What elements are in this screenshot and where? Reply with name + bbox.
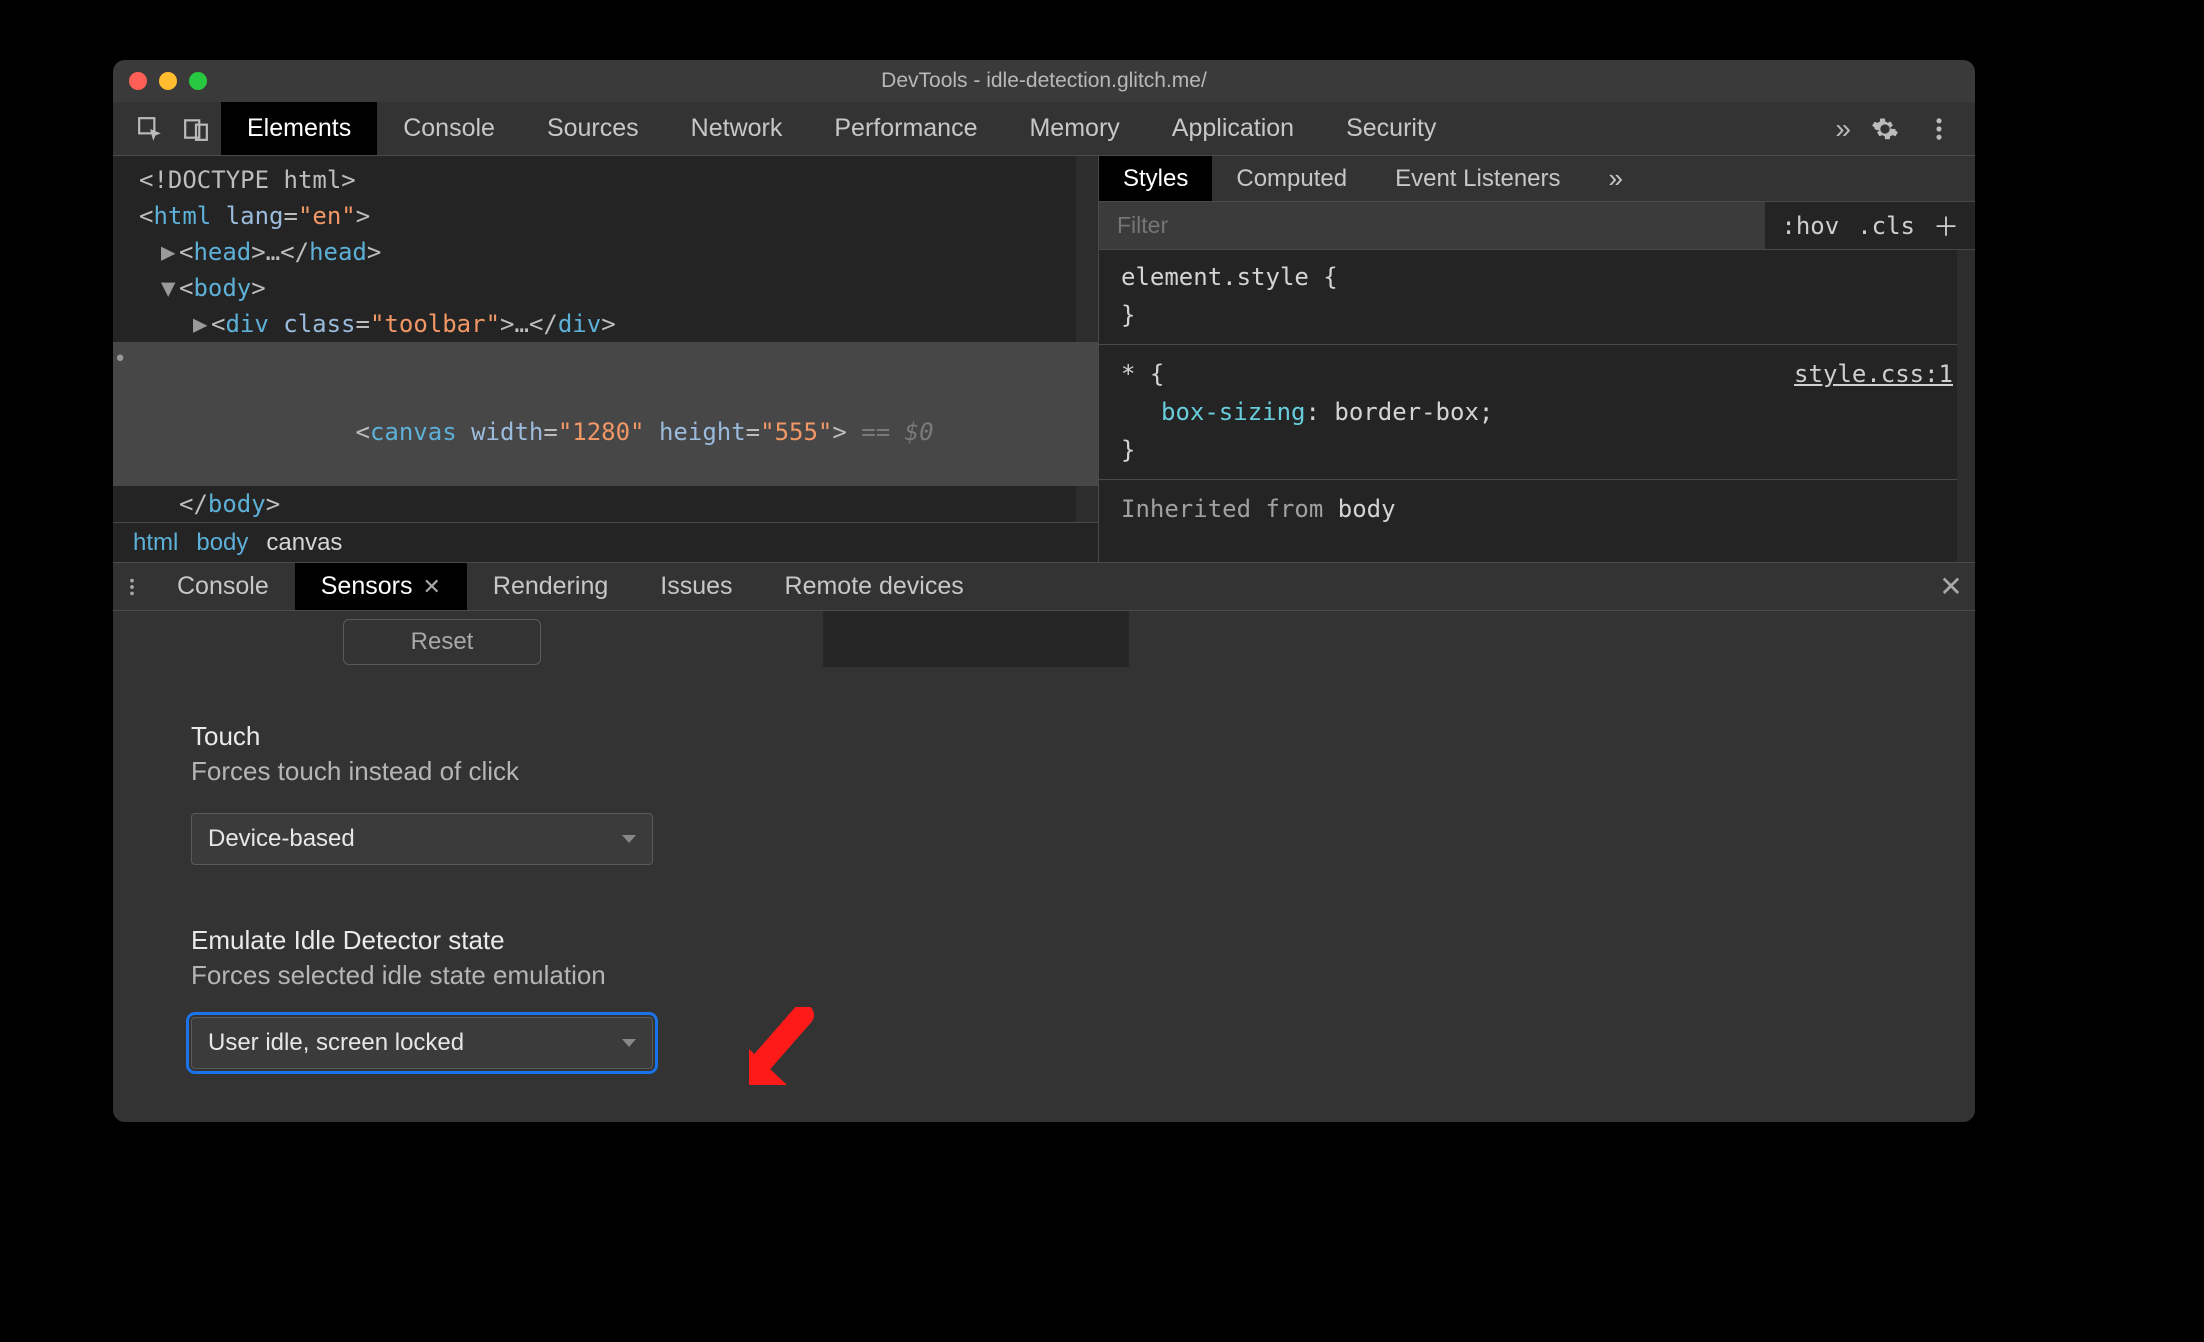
toolbar-icons xyxy=(113,102,221,155)
more-styles-tabs-icon[interactable]: » xyxy=(1585,156,1642,201)
styles-filter-row: :hov .cls ＋ xyxy=(1099,202,1975,250)
select-value: Device-based xyxy=(208,825,355,853)
tab-console[interactable]: Console xyxy=(377,102,521,155)
idle-detector-section: Emulate Idle Detector state Forces selec… xyxy=(191,925,1935,1069)
tab-elements[interactable]: Elements xyxy=(221,102,377,155)
styles-pane: Styles Computed Event Listeners » :hov .… xyxy=(1099,156,1975,562)
panel-tabs: Elements Console Sources Network Perform… xyxy=(221,102,1462,155)
dom-line[interactable]: ▶<head>…</head> xyxy=(139,234,1098,270)
drawer-tab-remote-devices[interactable]: Remote devices xyxy=(759,563,990,610)
elements-pane: <!DOCTYPE html> <html lang="en"> ▶<head>… xyxy=(113,156,1099,562)
section-subtitle: Forces touch instead of click xyxy=(191,756,1935,787)
section-title: Touch xyxy=(191,721,1935,752)
breadcrumb-body[interactable]: body xyxy=(196,529,248,557)
tab-security[interactable]: Security xyxy=(1320,102,1462,155)
kebab-menu-icon[interactable] xyxy=(1925,115,1953,143)
drawer-tab-issues[interactable]: Issues xyxy=(634,563,758,610)
touch-select[interactable]: Device-based xyxy=(191,813,653,865)
dom-line-selected[interactable]: ••• <canvas width="1280" height="555"> =… xyxy=(113,342,1098,486)
window-title: DevTools - idle-detection.glitch.me/ xyxy=(113,69,1975,93)
inherited-from: Inherited from body xyxy=(1121,490,1953,528)
touch-section: Touch Forces touch instead of click Devi… xyxy=(191,721,1935,865)
expand-icon[interactable]: ▶ xyxy=(193,306,211,342)
rule-separator xyxy=(1099,344,1975,345)
sensors-panel: Reset Touch Forces touch instead of clic… xyxy=(113,611,1975,1122)
tab-styles[interactable]: Styles xyxy=(1099,156,1212,201)
content-area: <!DOCTYPE html> <html lang="en"> ▶<head>… xyxy=(113,156,1975,562)
styles-filter-input[interactable] xyxy=(1099,202,1765,249)
dom-line[interactable]: </body> xyxy=(139,486,1098,522)
drawer-menu-icon[interactable] xyxy=(113,563,151,610)
drawer-tabs: Console Sensors ✕ Rendering Issues Remot… xyxy=(113,563,1975,611)
breadcrumb-canvas[interactable]: canvas xyxy=(266,529,342,557)
styles-body[interactable]: element.style { } * { style.css:1 box-si… xyxy=(1099,250,1975,562)
style-declaration[interactable]: box-sizing: border-box; xyxy=(1121,393,1953,431)
breadcrumbs: html body canvas xyxy=(113,522,1098,562)
main-toolbar: Elements Console Sources Network Perform… xyxy=(113,102,1975,156)
settings-icon[interactable] xyxy=(1871,115,1899,143)
scrollbar-track[interactable] xyxy=(1957,250,1975,562)
dom-line[interactable]: <html lang="en"> xyxy=(139,198,1098,234)
style-rule-end: } xyxy=(1121,296,1953,334)
orientation-preview xyxy=(823,611,1129,667)
toolbar-right: » xyxy=(1835,102,1975,155)
tab-label: Sensors xyxy=(321,572,413,601)
cls-toggle[interactable]: .cls xyxy=(1857,212,1915,240)
dom-line[interactable]: ▼<body> xyxy=(139,270,1098,306)
close-icon: ✕ xyxy=(1939,573,1962,601)
close-tab-icon[interactable]: ✕ xyxy=(422,574,440,600)
style-rule-end: } xyxy=(1121,431,1953,469)
inspect-element-icon[interactable] xyxy=(137,116,163,142)
drawer-tab-sensors[interactable]: Sensors ✕ xyxy=(295,563,467,610)
more-tabs-icon[interactable]: » xyxy=(1835,113,1845,145)
drawer: Console Sensors ✕ Rendering Issues Remot… xyxy=(113,562,1975,1122)
annotation-arrow-icon xyxy=(743,1007,823,1097)
device-toolbar-icon[interactable] xyxy=(183,116,209,142)
tab-application[interactable]: Application xyxy=(1146,102,1320,155)
collapse-icon[interactable]: ▼ xyxy=(161,270,179,306)
gutter-dots-icon[interactable]: ••• xyxy=(113,342,127,378)
tab-event-listeners[interactable]: Event Listeners xyxy=(1371,156,1584,201)
styles-tabs: Styles Computed Event Listeners » xyxy=(1099,156,1975,202)
new-style-rule-icon[interactable]: ＋ xyxy=(1933,207,1959,244)
dom-line[interactable]: <!DOCTYPE html> xyxy=(139,162,1098,198)
devtools-window: DevTools - idle-detection.glitch.me/ Ele… xyxy=(113,60,1975,1122)
dom-tree[interactable]: <!DOCTYPE html> <html lang="en"> ▶<head>… xyxy=(113,156,1098,522)
chevron-down-icon xyxy=(622,1039,636,1047)
tab-computed[interactable]: Computed xyxy=(1212,156,1371,201)
minimize-window-button[interactable] xyxy=(159,72,177,90)
styles-filter-toggles: :hov .cls ＋ xyxy=(1765,202,1975,249)
rule-source-link[interactable]: style.css:1 xyxy=(1794,355,1953,393)
traffic-lights xyxy=(129,72,207,90)
tab-performance[interactable]: Performance xyxy=(808,102,1003,155)
section-subtitle: Forces selected idle state emulation xyxy=(191,960,1935,991)
hov-toggle[interactable]: :hov xyxy=(1781,212,1839,240)
drawer-tab-rendering[interactable]: Rendering xyxy=(467,563,634,610)
drawer-tab-console[interactable]: Console xyxy=(151,563,295,610)
reset-button[interactable]: Reset xyxy=(343,619,541,665)
chevron-down-icon xyxy=(622,835,636,843)
idle-state-select[interactable]: User idle, screen locked xyxy=(191,1017,653,1069)
maximize-window-button[interactable] xyxy=(189,72,207,90)
close-window-button[interactable] xyxy=(129,72,147,90)
rule-separator xyxy=(1099,479,1975,480)
section-title: Emulate Idle Detector state xyxy=(191,925,1935,956)
select-value: User idle, screen locked xyxy=(208,1029,464,1057)
expand-icon[interactable]: ▶ xyxy=(161,234,179,270)
titlebar: DevTools - idle-detection.glitch.me/ xyxy=(113,60,1975,102)
tab-memory[interactable]: Memory xyxy=(1003,102,1145,155)
style-rule[interactable]: * { style.css:1 xyxy=(1121,355,1953,393)
style-rule[interactable]: element.style { xyxy=(1121,258,1953,296)
dom-line[interactable]: ▶<div class="toolbar">…</div> xyxy=(139,306,1098,342)
tab-network[interactable]: Network xyxy=(665,102,809,155)
breadcrumb-html[interactable]: html xyxy=(133,529,178,557)
sensors-sections: Touch Forces touch instead of click Devi… xyxy=(191,721,1935,1122)
tab-sources[interactable]: Sources xyxy=(521,102,665,155)
drawer-close-button[interactable]: ✕ xyxy=(1927,563,1975,610)
